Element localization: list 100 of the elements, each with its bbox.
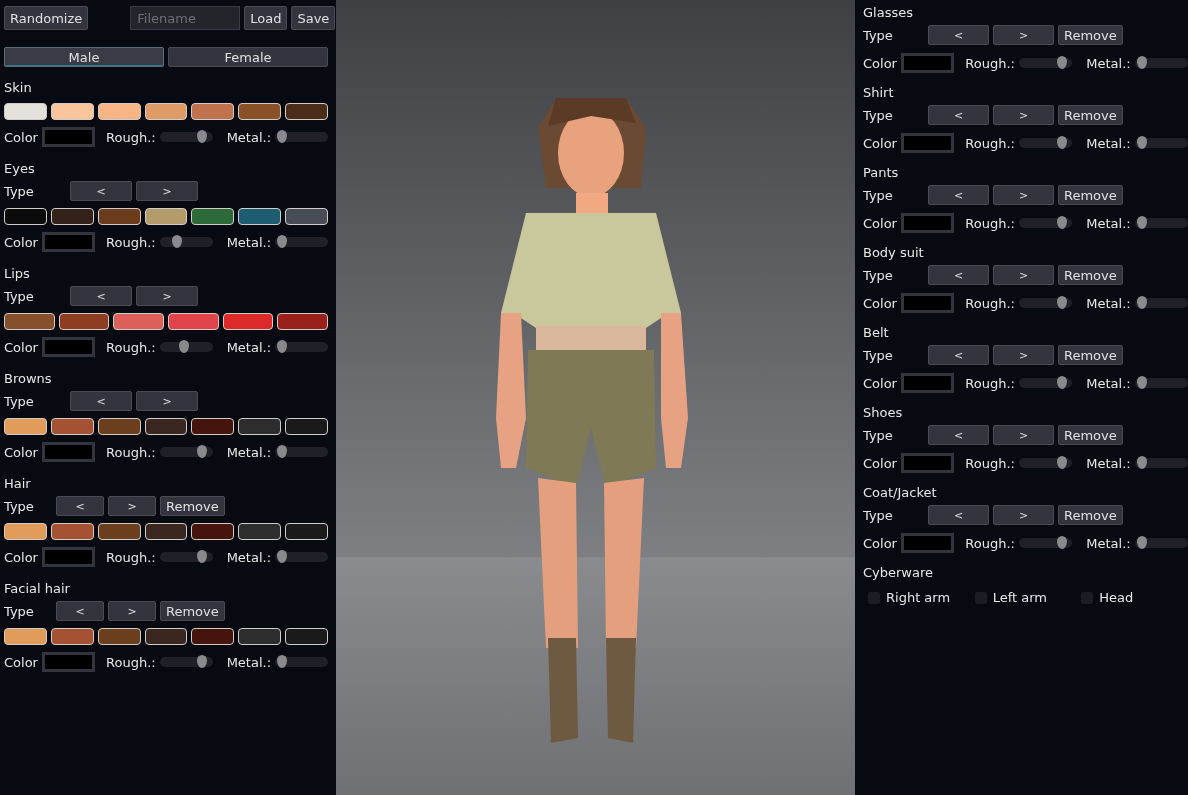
previous-button[interactable]: < (928, 105, 989, 125)
metalness-slider[interactable] (275, 447, 328, 457)
3d-viewport[interactable] (336, 0, 855, 795)
color-picker[interactable] (41, 337, 96, 357)
previous-button[interactable]: < (928, 345, 989, 365)
slider-thumb[interactable] (1056, 216, 1067, 229)
roughness-slider[interactable] (159, 132, 213, 142)
color-picker[interactable] (900, 373, 955, 393)
gender-tab[interactable]: Female (168, 47, 328, 67)
slider-thumb[interactable] (277, 235, 288, 248)
remove-button[interactable]: Remove (160, 496, 225, 516)
remove-button[interactable]: Remove (1058, 345, 1123, 365)
color-swatch[interactable] (238, 628, 282, 645)
slider-thumb[interactable] (277, 550, 288, 563)
metalness-slider[interactable] (1134, 378, 1188, 388)
next-button[interactable]: > (993, 185, 1054, 205)
color-swatch[interactable] (144, 103, 188, 120)
remove-button[interactable]: Remove (1058, 505, 1123, 525)
metalness-slider[interactable] (275, 657, 328, 667)
roughness-slider[interactable] (159, 552, 213, 562)
color-picker[interactable] (900, 213, 955, 233)
color-picker[interactable] (900, 53, 955, 73)
previous-button[interactable]: < (70, 286, 132, 306)
color-swatch[interactable] (58, 313, 110, 330)
previous-button[interactable]: < (928, 25, 989, 45)
color-swatch[interactable] (50, 418, 94, 435)
color-swatch[interactable] (4, 523, 47, 540)
roughness-slider[interactable] (159, 237, 213, 247)
next-button[interactable]: > (136, 286, 198, 306)
color-swatch[interactable] (4, 208, 47, 225)
slider-thumb[interactable] (277, 340, 288, 353)
color-swatch[interactable] (238, 103, 282, 120)
color-swatch[interactable] (144, 628, 188, 645)
previous-button[interactable]: < (928, 505, 989, 525)
color-swatch[interactable] (113, 313, 164, 330)
slider-thumb[interactable] (1056, 376, 1067, 389)
next-button[interactable]: > (993, 345, 1054, 365)
next-button[interactable]: > (108, 496, 156, 516)
filename-field[interactable]: Filename (130, 6, 241, 30)
metalness-slider[interactable] (275, 237, 328, 247)
next-button[interactable]: > (993, 105, 1054, 125)
roughness-slider[interactable] (1019, 378, 1073, 388)
metalness-slider[interactable] (1134, 298, 1188, 308)
color-picker[interactable] (900, 453, 955, 473)
metalness-slider[interactable] (275, 342, 328, 352)
remove-button[interactable]: Remove (1058, 265, 1123, 285)
next-button[interactable]: > (993, 505, 1054, 525)
color-swatch[interactable] (191, 103, 235, 120)
roughness-slider[interactable] (1019, 458, 1073, 468)
color-swatch[interactable] (144, 208, 188, 225)
metalness-slider[interactable] (1134, 458, 1188, 468)
color-swatch[interactable] (4, 418, 47, 435)
color-swatch[interactable] (97, 628, 141, 645)
roughness-slider[interactable] (1019, 298, 1073, 308)
metalness-slider[interactable] (1134, 538, 1188, 548)
previous-button[interactable]: < (56, 601, 104, 621)
slider-thumb[interactable] (277, 130, 288, 143)
color-swatch[interactable] (238, 208, 282, 225)
slider-thumb[interactable] (172, 235, 183, 248)
checkbox-label[interactable]: Left arm (992, 590, 1047, 605)
previous-button[interactable]: < (56, 496, 104, 516)
slider-thumb[interactable] (1056, 536, 1067, 549)
slider-thumb[interactable] (197, 130, 208, 143)
color-swatch[interactable] (222, 313, 274, 330)
slider-thumb[interactable] (277, 655, 288, 668)
save-button[interactable]: Save (291, 6, 336, 30)
metalness-slider[interactable] (1134, 58, 1188, 68)
roughness-slider[interactable] (1019, 218, 1073, 228)
roughness-slider[interactable] (1019, 538, 1073, 548)
color-swatch[interactable] (191, 523, 235, 540)
gender-tab[interactable]: Male (4, 47, 164, 67)
load-button[interactable]: Load (244, 6, 288, 30)
slider-thumb[interactable] (1136, 136, 1147, 149)
next-button[interactable]: > (136, 391, 198, 411)
previous-button[interactable]: < (928, 185, 989, 205)
next-button[interactable]: > (136, 181, 198, 201)
remove-button[interactable]: Remove (160, 601, 225, 621)
slider-thumb[interactable] (178, 340, 189, 353)
color-swatch[interactable] (4, 103, 47, 120)
remove-button[interactable]: Remove (1058, 185, 1123, 205)
slider-thumb[interactable] (1056, 56, 1067, 69)
color-swatch[interactable] (191, 628, 235, 645)
previous-button[interactable]: < (928, 265, 989, 285)
checkbox-label[interactable]: Right arm (886, 590, 951, 605)
next-button[interactable]: > (108, 601, 156, 621)
color-picker[interactable] (41, 652, 96, 672)
slider-thumb[interactable] (1136, 216, 1147, 229)
randomize-button[interactable]: Randomize (4, 6, 89, 30)
checkbox-label[interactable]: Head (1099, 590, 1134, 605)
color-picker[interactable] (41, 232, 96, 252)
color-picker[interactable] (900, 533, 955, 553)
roughness-slider[interactable] (1019, 58, 1073, 68)
color-swatch[interactable] (285, 208, 328, 225)
color-swatch[interactable] (97, 208, 141, 225)
color-swatch[interactable] (238, 523, 282, 540)
slider-thumb[interactable] (1056, 136, 1067, 149)
slider-thumb[interactable] (1136, 376, 1147, 389)
color-swatch[interactable] (4, 628, 47, 645)
metalness-slider[interactable] (275, 552, 328, 562)
color-swatch[interactable] (144, 523, 188, 540)
